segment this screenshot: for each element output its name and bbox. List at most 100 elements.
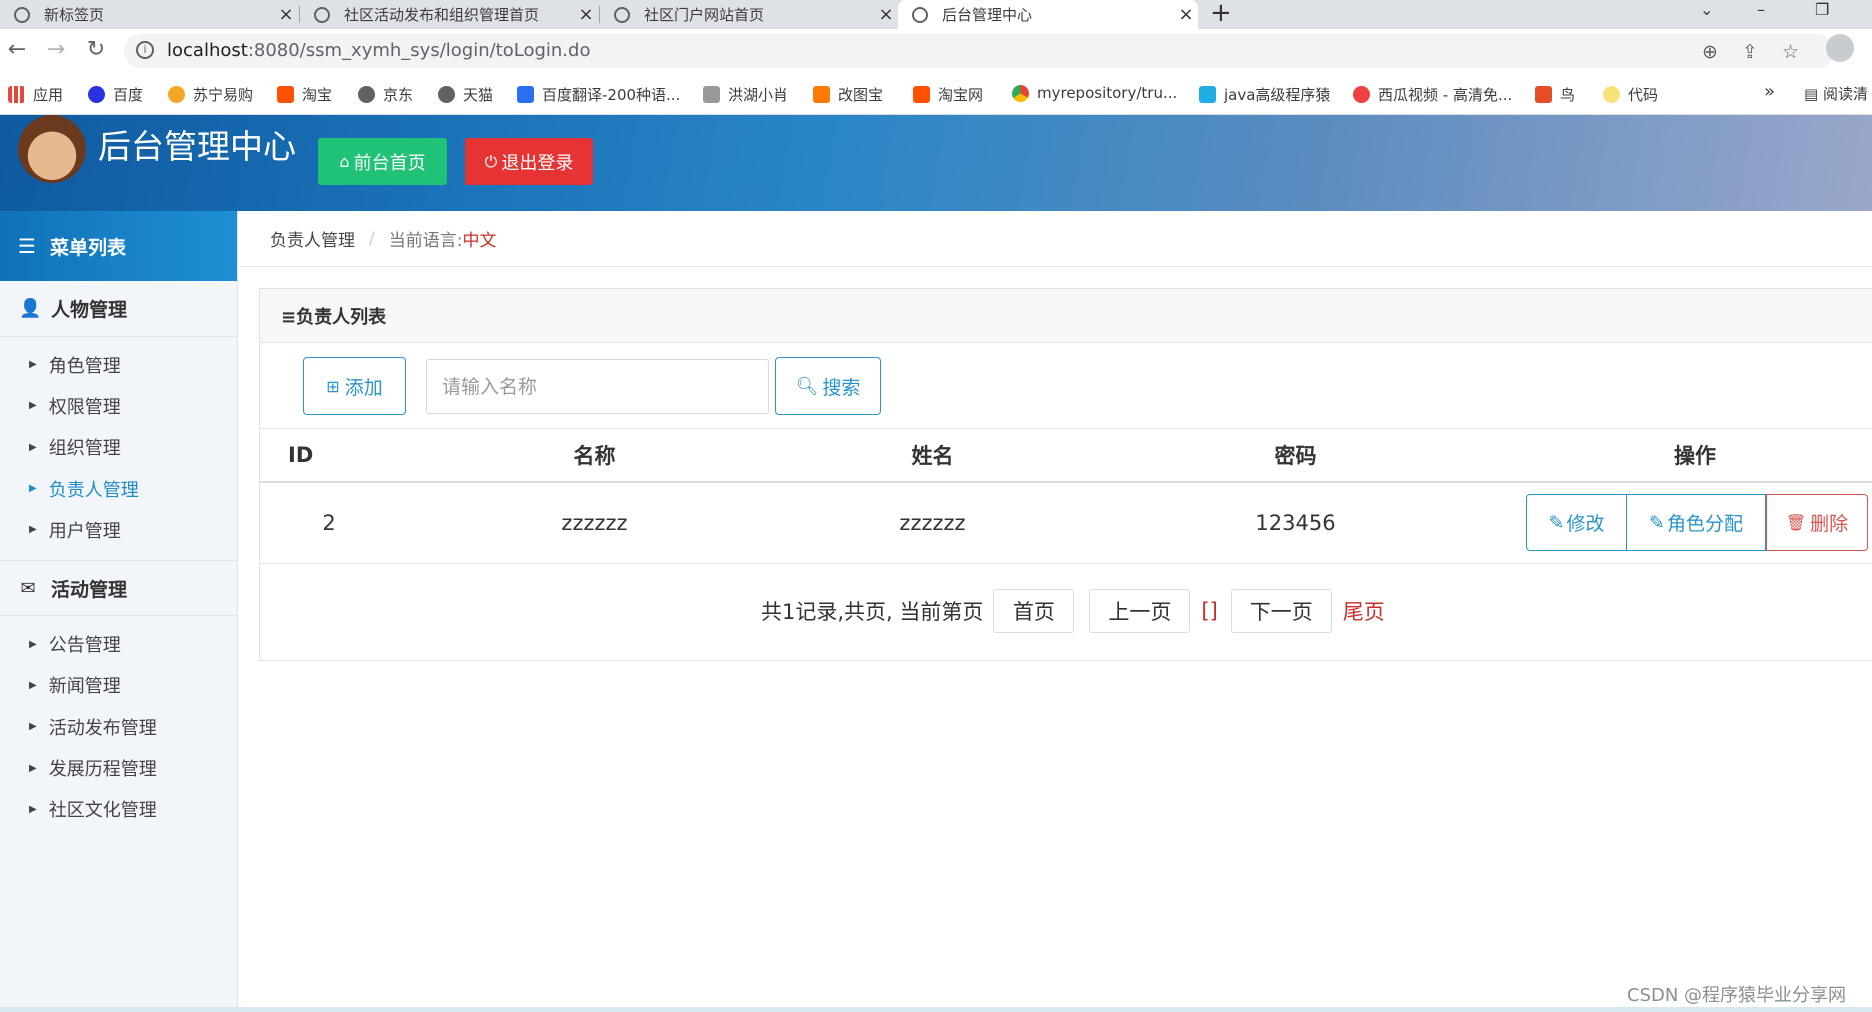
browser-tab[interactable]: 社区活动发布和组织管理首页 ×	[300, 0, 598, 29]
search-input[interactable]	[426, 359, 769, 414]
sidebar-item-permissions[interactable]: ▶ 权限管理	[0, 385, 237, 426]
url-text[interactable]: localhost:8080/ssm_xymh_sys/login/toLogi…	[167, 40, 590, 61]
baidu-icon	[88, 86, 105, 103]
search-button[interactable]: 🔍︎ 搜索	[775, 357, 881, 415]
delete-button[interactable]: 🗑︎ 删除	[1766, 494, 1868, 552]
profile-avatar-icon[interactable]	[1826, 34, 1854, 62]
last-page-link[interactable]: 尾页	[1343, 596, 1385, 626]
sidebar-item-notices[interactable]: ▶ 公告管理	[0, 623, 237, 664]
bookmark-label: 百度翻译-200种语...	[542, 86, 681, 104]
table-row: 2 zzzzzz zzzzzz 123456 ✎ 修改 ✎ 角色分配 🗑︎ 删除	[260, 482, 1872, 564]
main-content: 负责人管理 / 当前语言: 中文 ≡负责人列表 ⊞添加 🔍︎搜索 ID 名称 姓…	[239, 211, 1872, 1007]
cell-id: 2	[260, 482, 398, 564]
menu-group-people[interactable]: 👤 人物管理	[0, 281, 237, 337]
bookmarks-bar: 应用 百度 苏宁易购 淘宝 京东 天猫 百度翻译-200种语... 洪湖小肖 改…	[0, 73, 1872, 115]
first-page-button[interactable]: 首页	[993, 589, 1075, 633]
assign-role-button[interactable]: ✎ 角色分配	[1627, 494, 1766, 552]
restore-icon[interactable]: ❐	[1815, 0, 1829, 19]
browser-tab[interactable]: 新标签页 ×	[0, 0, 298, 29]
bookmark-label: 京东	[383, 86, 414, 104]
bookmark-item[interactable]: 苏宁易购	[168, 84, 253, 105]
bookmark-item[interactable]: 淘宝	[277, 84, 332, 105]
search-button-label: 搜索	[822, 376, 861, 399]
bookmark-item[interactable]: 天猫	[438, 84, 493, 105]
sidebar-item-label: 新闻管理	[48, 676, 121, 698]
bookmark-item[interactable]: 百度翻译-200种语...	[517, 84, 680, 105]
bird-icon	[703, 86, 720, 103]
pagination: 共1记录,共页, 当前第页 首页 上一页 [] 下一页 尾页	[260, 589, 1872, 633]
sidebar-item-organizations[interactable]: ▶ 组织管理	[0, 427, 237, 468]
share-icon[interactable]: ⇪	[1742, 41, 1758, 63]
caret-right-icon: ▶	[29, 721, 37, 733]
tab-bar: 新标签页 × 社区活动发布和组织管理首页 × 社区门户网站首页 × 后台管理中心…	[0, 0, 1872, 29]
logout-button[interactable]: ⏻ 退出登录	[465, 138, 593, 185]
url-host: localhost	[167, 40, 248, 61]
bookmark-label: 代码	[1628, 86, 1659, 104]
close-icon[interactable]: ×	[1174, 4, 1198, 25]
sidebar-item-history[interactable]: ▶ 发展历程管理	[0, 747, 237, 788]
power-icon: ⏻	[484, 151, 498, 171]
reload-icon[interactable]: ↻	[83, 37, 109, 62]
info-icon[interactable]: i	[136, 41, 154, 59]
code-icon	[1603, 86, 1620, 103]
bookmark-item[interactable]: 鸟	[1535, 84, 1575, 105]
bookmark-item[interactable]: 洪湖小肖	[703, 84, 788, 105]
close-icon[interactable]: ×	[574, 4, 598, 25]
globe-icon	[614, 6, 630, 23]
translate-icon	[517, 86, 534, 103]
sidebar-item-news[interactable]: ▶ 新闻管理	[0, 665, 237, 706]
reading-list-button[interactable]: ▤ 阅读清	[1804, 83, 1868, 104]
browser-tab[interactable]: 社区门户网站首页 ×	[600, 0, 898, 29]
tab-search-icon[interactable]: ⌄	[1700, 0, 1713, 19]
sidebar-item-roles[interactable]: ▶ 角色管理	[0, 344, 237, 385]
bookmark-label: 改图宝	[838, 86, 884, 104]
caret-right-icon: ▶	[29, 441, 37, 453]
edit-button[interactable]: ✎ 修改	[1526, 494, 1627, 552]
bookmarks-overflow-button[interactable]: »	[1764, 81, 1775, 102]
bookmark-item[interactable]: 改图宝	[813, 84, 883, 105]
sidebar-item-users[interactable]: ▶ 用户管理	[0, 509, 237, 550]
bookmark-item[interactable]: java高级程序猿	[1199, 84, 1330, 105]
prev-page-button[interactable]: 上一页	[1089, 589, 1191, 633]
sidebar-item-activity-publish[interactable]: ▶ 活动发布管理	[0, 706, 237, 747]
edit-icon: ✎	[1649, 511, 1665, 534]
bookmark-label: 天猫	[463, 86, 494, 104]
manager-list-panel: ≡负责人列表 ⊞添加 🔍︎搜索 ID 名称 姓名 密码 操作	[259, 288, 1872, 661]
close-icon[interactable]: ×	[274, 4, 298, 25]
front-home-button[interactable]: ⌂ 前台首页	[318, 138, 447, 185]
bookmark-item[interactable]: myrepository/tru...	[1012, 84, 1177, 102]
reading-list-label: 阅读清	[1822, 85, 1868, 103]
suning-icon	[168, 86, 185, 103]
sidebar-item-culture[interactable]: ▶ 社区文化管理	[0, 789, 237, 830]
browser-chrome: 新标签页 × 社区活动发布和组织管理首页 × 社区门户网站首页 × 后台管理中心…	[0, 0, 1872, 115]
bookmark-item[interactable]: 西瓜视频 - 高清免...	[1353, 84, 1512, 105]
next-page-button[interactable]: 下一页	[1230, 589, 1332, 633]
tab-label: 新标签页	[44, 6, 105, 24]
bookmark-item[interactable]: 淘宝网	[913, 84, 983, 105]
menu-list: ▶ 公告管理 ▶ 新闻管理 ▶ 活动发布管理 ▶ 发展历程管理 ▶ 社区文化管理	[0, 616, 237, 839]
caret-right-icon: ▶	[29, 638, 37, 650]
menu-group-activities[interactable]: ✉ 活动管理	[0, 560, 237, 617]
back-icon[interactable]: ←	[4, 37, 30, 62]
add-button[interactable]: ⊞ 添加	[303, 357, 406, 415]
image-edit-icon	[813, 86, 830, 103]
column-header-actions: 操作	[1517, 429, 1872, 483]
forward-icon[interactable]: →	[43, 37, 69, 62]
close-icon[interactable]: ×	[874, 4, 898, 25]
sidebar-item-label: 发展历程管理	[48, 759, 157, 781]
bookmark-item[interactable]: 代码	[1603, 84, 1658, 105]
tab-label: 社区活动发布和组织管理首页	[344, 6, 540, 24]
browser-tab-active[interactable]: 后台管理中心 ×	[898, 0, 1198, 29]
zoom-icon[interactable]: ⊕	[1702, 41, 1718, 63]
star-icon[interactable]: ☆	[1782, 41, 1799, 63]
bookmark-item[interactable]: 京东	[358, 84, 413, 105]
bookmark-item[interactable]: 百度	[88, 84, 143, 105]
minimize-icon[interactable]: –	[1757, 0, 1765, 19]
sidebar-item-managers[interactable]: ▶ 负责人管理	[0, 468, 237, 509]
breadcrumb: 负责人管理 / 当前语言: 中文	[239, 211, 1872, 267]
url-field[interactable]: i localhost:8080/ssm_xymh_sys/login/toLo…	[124, 34, 1834, 68]
breadcrumb-section[interactable]: 负责人管理	[270, 226, 355, 251]
bookmark-label: 洪湖小肖	[728, 86, 789, 104]
bookmark-apps[interactable]: 应用	[8, 84, 63, 105]
new-tab-button[interactable]: +	[1210, 0, 1232, 28]
